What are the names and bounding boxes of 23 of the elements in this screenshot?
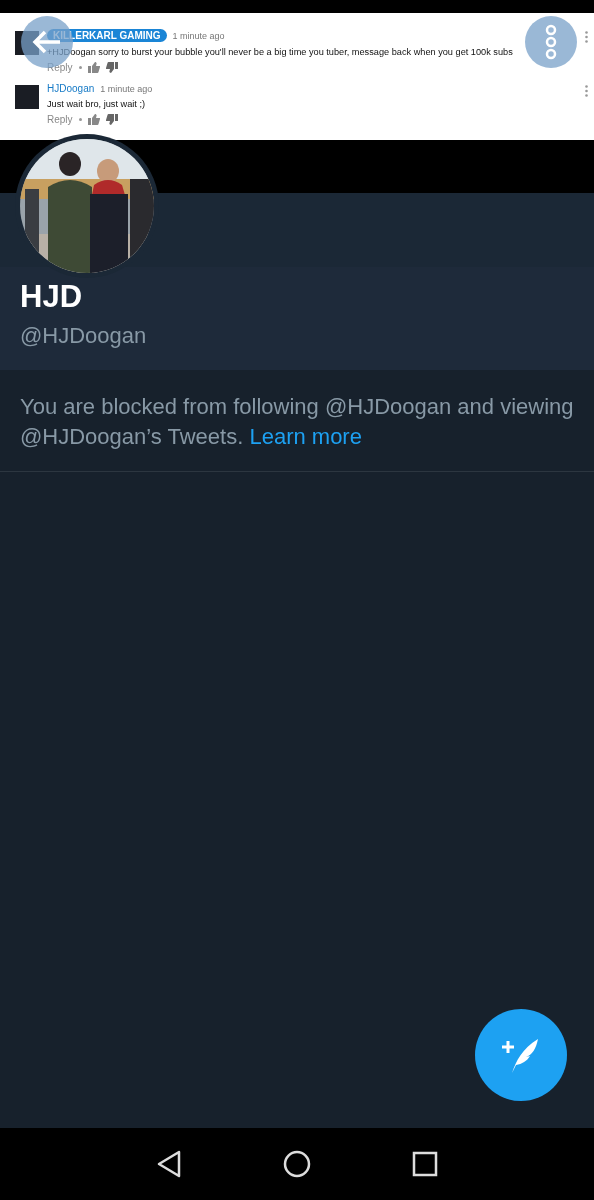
more-icon: [544, 24, 558, 60]
profile-name: HJD: [20, 279, 83, 315]
comment-text: +HJDoogan sorry to burst your bubble you'll never be a big time you tuber, message back when you get 100k subs: [47, 47, 513, 57]
learn-more-link[interactable]: Learn more: [249, 424, 362, 449]
dot-icon: [78, 66, 82, 69]
comment-time: 1 minute ago: [172, 30, 225, 41]
thumbs-down-icon[interactable]: [105, 62, 118, 73]
recents-icon[interactable]: [412, 1151, 439, 1177]
thumbs-up-icon[interactable]: [87, 62, 100, 73]
reply-link[interactable]: Reply: [47, 114, 73, 125]
dot-icon: [78, 118, 82, 121]
home-icon[interactable]: [283, 1150, 311, 1178]
comment-time: 1 minute ago: [100, 83, 153, 94]
more-icon[interactable]: [585, 85, 588, 97]
comment-author[interactable]: HJDoogan: [47, 83, 95, 94]
blocked-message: You are blocked from following @HJDoogan and viewing @HJDoogan’s Tweets. Learn more: [20, 394, 574, 449]
thumbs-down-icon[interactable]: [105, 114, 118, 125]
more-icon[interactable]: [585, 31, 588, 43]
thumbs-up-icon[interactable]: [87, 114, 100, 125]
back-icon[interactable]: [155, 1150, 182, 1178]
profile-handle: @HJDoogan: [20, 323, 148, 349]
comment-text: Just wait bro, just wait ;): [47, 99, 147, 109]
reply-link[interactable]: Reply: [47, 62, 73, 73]
